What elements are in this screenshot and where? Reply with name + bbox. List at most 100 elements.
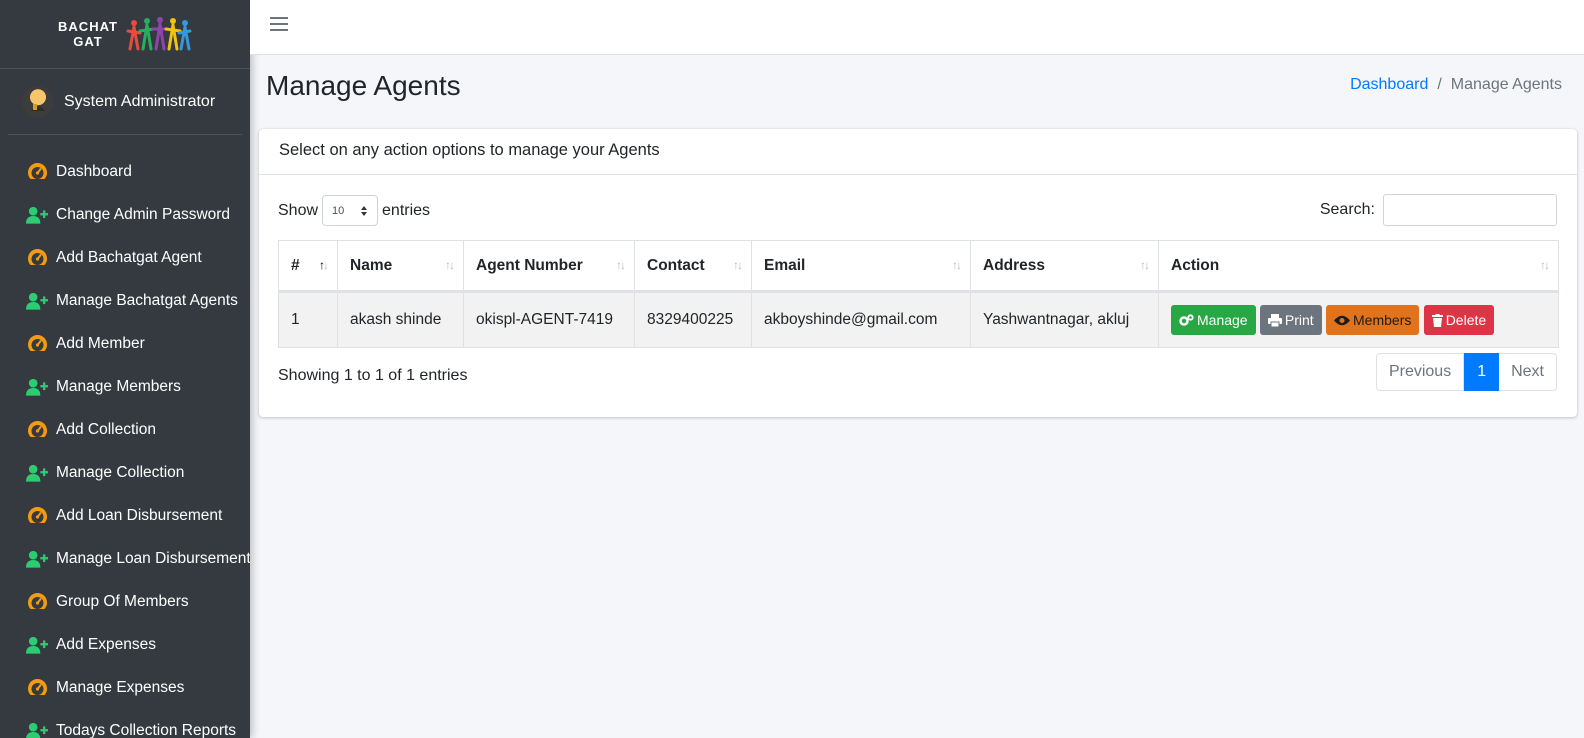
search-label: Search: bbox=[1319, 201, 1375, 218]
members-button[interactable]: Members bbox=[1326, 305, 1420, 335]
column-header-name[interactable]: Name ↑↓ bbox=[337, 240, 464, 293]
sidebar-item-manage-loan-disbursement[interactable]: Manage Loan Disbursement bbox=[0, 537, 250, 580]
sort-ascending-icon: ↑↓ bbox=[319, 258, 329, 272]
column-header-number[interactable]: # ↑↓ bbox=[278, 240, 338, 293]
sidebar-item-label: Group Of Members bbox=[56, 592, 189, 610]
column-header-agent-number[interactable]: Agent Number ↑↓ bbox=[463, 240, 635, 293]
sidebar: BACHAT GAT System Administrator Dashboar… bbox=[0, 0, 250, 738]
page-title: Manage Agents bbox=[266, 70, 461, 101]
sidebar-nav: Dashboard Change Admin Password Add Bachat… bbox=[0, 135, 250, 738]
user-name: System Administrator bbox=[64, 92, 216, 110]
trash-icon bbox=[1431, 313, 1443, 327]
sidebar-item-manage-collection[interactable]: Manage Collection bbox=[0, 451, 250, 494]
column-header-address[interactable]: Address ↑↓ bbox=[970, 240, 1159, 293]
dashboard-icon bbox=[26, 161, 48, 183]
avatar bbox=[22, 85, 54, 118]
table-info: Showing 1 to 1 of 1 entries bbox=[278, 367, 468, 384]
breadcrumb: Dashboard / Manage Agents bbox=[1350, 76, 1562, 94]
breadcrumb-dashboard-link[interactable]: Dashboard bbox=[1350, 76, 1428, 94]
people-logo-icon bbox=[126, 17, 192, 51]
sidebar-item-label: Change Admin Password bbox=[56, 205, 231, 223]
sidebar-item-label: Manage Members bbox=[56, 377, 181, 395]
dashboard-icon bbox=[26, 591, 48, 613]
brand-text: BACHAT GAT bbox=[58, 19, 118, 49]
sort-icon: ↑↓ bbox=[616, 258, 626, 272]
dashboard-icon bbox=[26, 247, 48, 269]
sidebar-item-manage-bachatgat-agents[interactable]: Manage Bachatgat Agents bbox=[0, 279, 250, 322]
user-plus-icon bbox=[26, 376, 48, 398]
select-updown-icon bbox=[361, 205, 368, 216]
admin-avatar-icon bbox=[31, 93, 45, 111]
sidebar-item-label: Add Expenses bbox=[56, 635, 156, 653]
sidebar-item-add-loan-disbursement[interactable]: Add Loan Disbursement bbox=[0, 494, 250, 537]
dashboard-icon bbox=[26, 333, 48, 355]
sidebar-item-change-admin-password[interactable]: Change Admin Password bbox=[0, 193, 250, 236]
user-plus-icon bbox=[26, 204, 48, 226]
sort-icon: ↑↓ bbox=[952, 258, 962, 272]
brand-line2: GAT bbox=[73, 34, 103, 49]
sidebar-item-label: Add Bachatgat Agent bbox=[56, 248, 202, 266]
column-header-contact[interactable]: Contact ↑↓ bbox=[634, 240, 752, 293]
sidebar-item-label: Manage Loan Disbursement bbox=[56, 549, 250, 567]
brand-line1: BACHAT bbox=[58, 19, 118, 34]
column-header-email[interactable]: Email ↑↓ bbox=[751, 240, 971, 293]
entries-select[interactable]: 10 bbox=[322, 195, 379, 226]
print-button[interactable]: Print bbox=[1259, 305, 1322, 335]
brand-logo[interactable]: BACHAT GAT bbox=[0, 0, 250, 69]
entries-length-control: Show 10 entries bbox=[278, 195, 430, 226]
show-label: Show bbox=[278, 201, 319, 219]
delete-button[interactable]: Delete bbox=[1423, 305, 1495, 335]
sidebar-item-add-bachatgat-agent[interactable]: Add Bachatgat Agent bbox=[0, 236, 250, 279]
search-input[interactable] bbox=[1383, 194, 1557, 226]
breadcrumb-separator: / bbox=[1437, 76, 1442, 93]
user-plus-icon bbox=[26, 720, 48, 738]
agents-card: Select on any action options to manage y… bbox=[259, 129, 1577, 417]
entries-label: entries bbox=[382, 201, 431, 219]
search-control: Search: bbox=[1320, 194, 1557, 226]
sidebar-item-manage-members[interactable]: Manage Members bbox=[0, 365, 250, 408]
cell-email: akboyshinde@gmail.com bbox=[751, 291, 971, 348]
sidebar-item-label: Dashboard bbox=[56, 162, 132, 180]
previous-page-button[interactable]: Previous bbox=[1375, 353, 1465, 391]
sidebar-item-group-of-members[interactable]: Group Of Members bbox=[0, 580, 250, 623]
sidebar-item-todays-collection-reports[interactable]: Todays Collection Reports bbox=[0, 709, 250, 738]
entries-select-value: 10 bbox=[332, 204, 345, 217]
user-panel[interactable]: System Administrator bbox=[8, 69, 242, 135]
cell-name: akash shinde bbox=[337, 291, 464, 348]
cell-actions: Manage Print Members Delete bbox=[1158, 291, 1559, 348]
cell-agent-number: okispl-AGENT-7419 bbox=[463, 291, 635, 348]
user-plus-icon bbox=[26, 290, 48, 312]
user-plus-icon bbox=[26, 548, 48, 570]
top-navbar bbox=[250, 0, 1584, 55]
user-plus-icon bbox=[26, 462, 48, 484]
sort-icon: ↑↓ bbox=[445, 258, 455, 272]
manage-button[interactable]: Manage bbox=[1171, 305, 1256, 335]
cell-address: Yashwantnagar, akluj bbox=[970, 291, 1159, 348]
user-plus-icon bbox=[26, 634, 48, 656]
sort-icon: ↑↓ bbox=[733, 258, 743, 272]
hamburger-menu-icon[interactable] bbox=[270, 17, 288, 33]
pagination: Previous 1 Next bbox=[1375, 353, 1557, 391]
sidebar-item-add-expenses[interactable]: Add Expenses bbox=[0, 623, 250, 666]
sidebar-item-add-collection[interactable]: Add Collection bbox=[0, 408, 250, 451]
dashboard-icon bbox=[26, 505, 48, 527]
sidebar-item-label: Todays Collection Reports bbox=[56, 721, 237, 738]
sidebar-item-label: Add Loan Disbursement bbox=[56, 506, 223, 524]
sidebar-item-label: Manage Bachatgat Agents bbox=[56, 291, 238, 309]
cogs-icon bbox=[1179, 313, 1194, 326]
next-page-button[interactable]: Next bbox=[1499, 353, 1557, 391]
agents-table: # ↑↓ Name ↑↓ Agent Number ↑↓ Contact ↑↓ Emai… bbox=[278, 240, 1559, 348]
sidebar-item-label: Add Collection bbox=[56, 420, 156, 438]
eye-icon bbox=[1334, 315, 1351, 325]
sort-icon: ↑↓ bbox=[1140, 258, 1150, 272]
sidebar-item-manage-expenses[interactable]: Manage Expenses bbox=[0, 666, 250, 709]
sidebar-item-label: Manage Collection bbox=[56, 463, 185, 481]
sidebar-item-dashboard[interactable]: Dashboard bbox=[0, 150, 250, 193]
card-header: Select on any action options to manage y… bbox=[259, 129, 1577, 175]
dashboard-icon bbox=[26, 419, 48, 441]
page-1-button[interactable]: 1 bbox=[1464, 353, 1500, 391]
sidebar-item-add-member[interactable]: Add Member bbox=[0, 322, 250, 365]
column-header-action[interactable]: Action ↑↓ bbox=[1158, 240, 1559, 293]
dashboard-icon bbox=[26, 677, 48, 699]
breadcrumb-current: Manage Agents bbox=[1450, 76, 1562, 93]
